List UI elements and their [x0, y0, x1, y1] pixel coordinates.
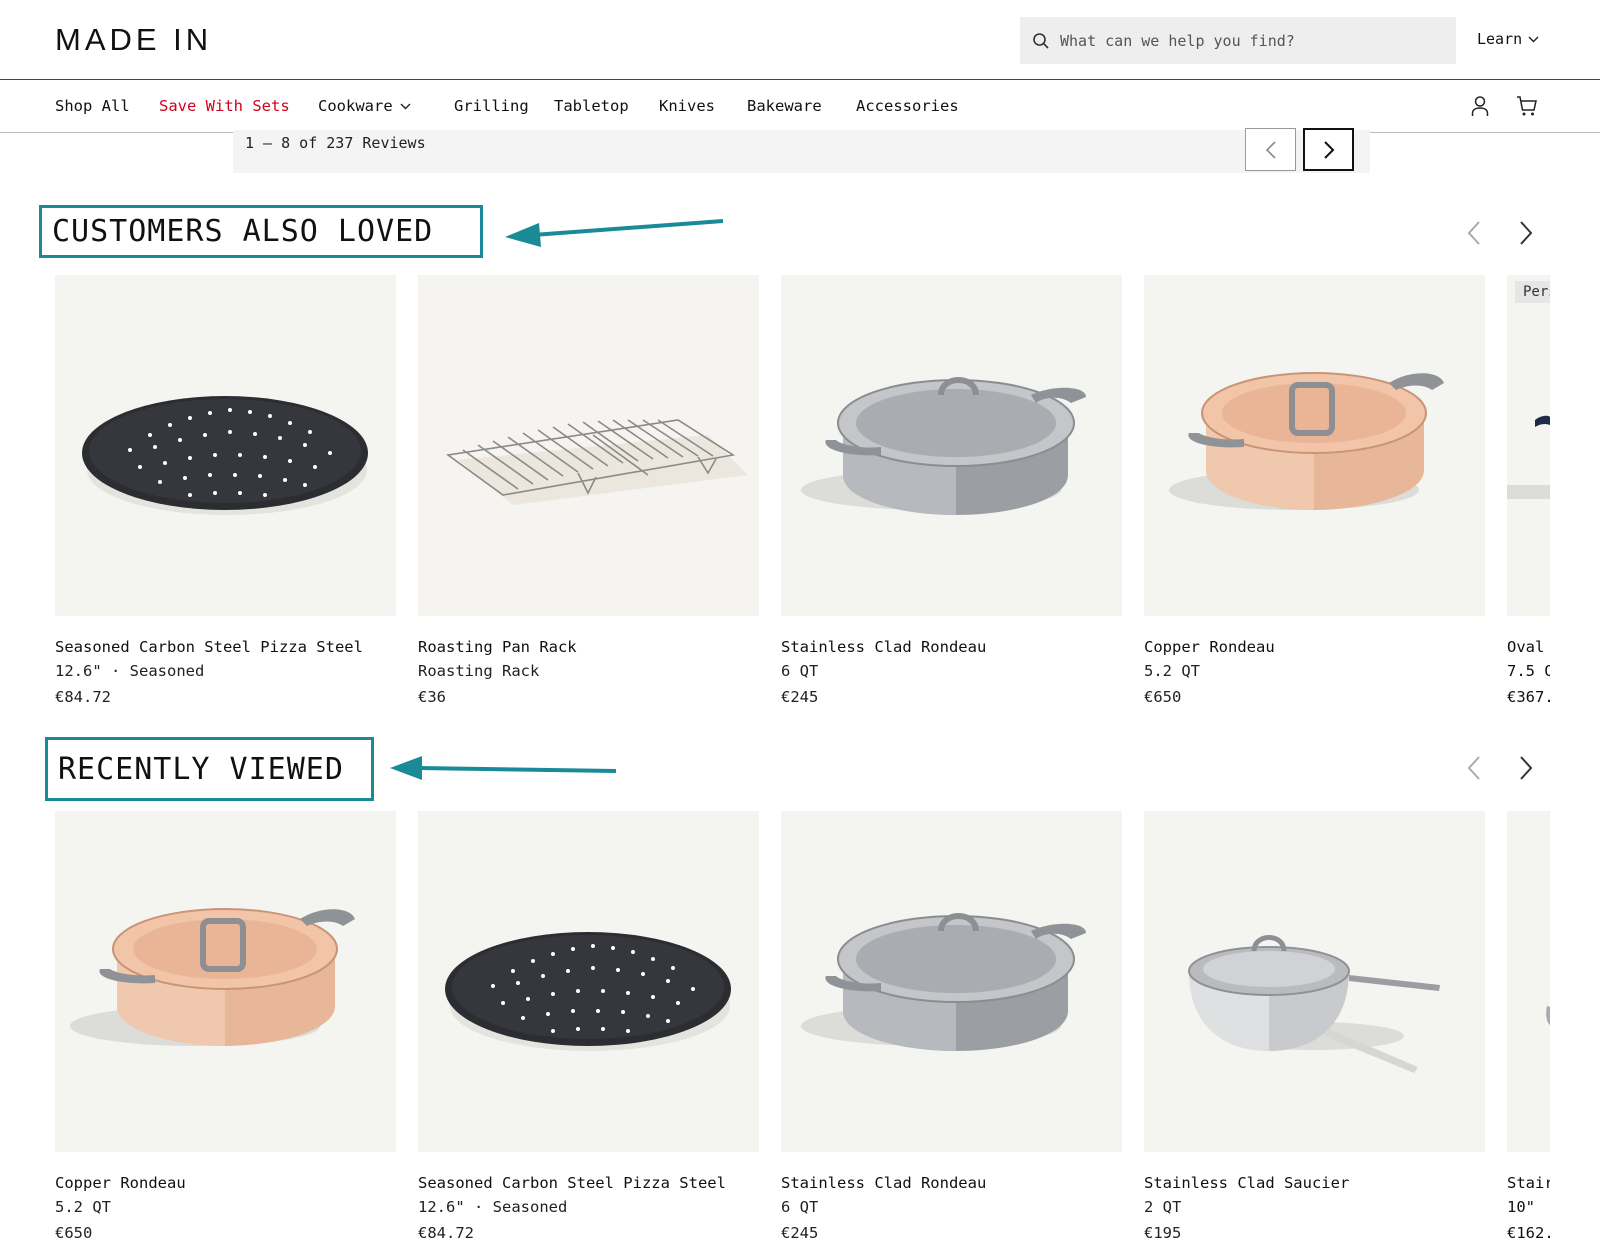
product-image-pizza-steel[interactable]: [55, 275, 396, 616]
product-price: €245: [781, 1224, 819, 1242]
product-card-partial[interactable]: Pers Oval 7.5 Q €367.: [1507, 275, 1550, 706]
product-card[interactable]: Seasoned Carbon Steel Pizza Steel 12.6" …: [418, 811, 759, 1242]
product-name[interactable]: Oval: [1507, 638, 1550, 656]
product-price: €162.: [1507, 1224, 1550, 1242]
nav-accessories[interactable]: Accessories: [856, 97, 959, 115]
product-variant: 10": [1507, 1198, 1535, 1216]
nav-save-with-sets[interactable]: Save With Sets: [159, 97, 290, 115]
product-image-copper-rondeau[interactable]: [55, 811, 396, 1152]
product-name[interactable]: Seasoned Carbon Steel Pizza Steel: [418, 1174, 759, 1192]
account-icon[interactable]: [1470, 95, 1490, 117]
search-bar[interactable]: [1020, 17, 1456, 64]
nav-cookware[interactable]: Cookware: [318, 97, 411, 115]
product-variant: 12.6" · Seasoned: [418, 1198, 568, 1216]
product-card[interactable]: Roasting Pan Rack Roasting Rack €36: [418, 275, 759, 706]
carousel-prev-icon[interactable]: [1466, 220, 1482, 246]
nav-shop-all[interactable]: Shop All: [55, 97, 130, 115]
chevron-down-icon: [1528, 36, 1539, 42]
section-title: RECENTLY VIEWED: [58, 751, 344, 787]
product-price: €650: [1144, 688, 1182, 706]
recently-viewed-title-box: RECENTLY VIEWED: [45, 737, 374, 801]
product-variant: 6 QT: [781, 1198, 819, 1216]
chevron-left-icon: [1265, 140, 1276, 159]
product-name[interactable]: Copper Rondeau: [1144, 638, 1485, 656]
product-image-partial[interactable]: [1507, 811, 1550, 1152]
product-card[interactable]: Copper Rondeau 5.2 QT €650: [55, 811, 396, 1242]
product-variant: 12.6" · Seasoned: [55, 662, 205, 680]
reviews-prev-button[interactable]: [1245, 128, 1296, 171]
product-name[interactable]: Stainless Clad Rondeau: [781, 1174, 1122, 1192]
cart-icon[interactable]: [1516, 95, 1538, 117]
carousel-next-icon[interactable]: [1518, 220, 1534, 246]
product-name[interactable]: Stainless Clad Rondeau: [781, 638, 1122, 656]
product-price: €245: [781, 688, 819, 706]
product-card[interactable]: Seasoned Carbon Steel Pizza Steel 12.6" …: [55, 275, 396, 706]
reviews-range: 1 – 8 of 237 Reviews: [245, 134, 426, 152]
product-image-copper-rondeau[interactable]: [1144, 275, 1485, 616]
product-name[interactable]: Stainless Clad Saucier: [1144, 1174, 1485, 1192]
product-name[interactable]: Copper Rondeau: [55, 1174, 396, 1192]
search-icon: [1033, 32, 1049, 49]
nav-knives[interactable]: Knives: [659, 97, 715, 115]
reviews-pagination: 1 – 8 of 237 Reviews: [233, 128, 1370, 173]
product-card[interactable]: Stainless Clad Saucier 2 QT €195: [1144, 811, 1485, 1242]
reviews-next-button[interactable]: [1303, 128, 1354, 171]
product-name[interactable]: Stair: [1507, 1174, 1550, 1192]
learn-label: Learn: [1477, 30, 1523, 48]
product-price: €650: [55, 1224, 93, 1242]
product-price: €84.72: [55, 688, 111, 706]
product-image-partial[interactable]: Pers: [1507, 275, 1550, 616]
nav-cookware-label: Cookware: [318, 97, 393, 115]
product-variant: 7.5 Q: [1507, 662, 1550, 680]
product-name[interactable]: Seasoned Carbon Steel Pizza Steel: [55, 638, 396, 656]
brand-logo[interactable]: MADE IN: [55, 22, 212, 58]
product-image-stainless-saucier[interactable]: [1144, 811, 1485, 1152]
customers-also-loved-title-box: CUSTOMERS ALSO LOVED: [39, 205, 483, 258]
main-nav: Shop All Save With Sets Cookware Grillin…: [0, 80, 1600, 133]
carousel-next-icon[interactable]: [1518, 755, 1534, 781]
carousel-prev-icon[interactable]: [1466, 755, 1482, 781]
chevron-right-icon: [1323, 140, 1334, 159]
chevron-down-icon: [400, 103, 411, 109]
nav-grilling[interactable]: Grilling: [454, 97, 529, 115]
product-price: €195: [1144, 1224, 1182, 1242]
product-card[interactable]: Copper Rondeau 5.2 QT €650: [1144, 275, 1485, 706]
nav-bakeware[interactable]: Bakeware: [747, 97, 822, 115]
product-image-stainless-rondeau[interactable]: [781, 811, 1122, 1152]
annotation-arrow: [390, 756, 617, 780]
product-variant: 6 QT: [781, 662, 819, 680]
product-card-partial[interactable]: Stair 10" €162.: [1507, 811, 1550, 1242]
product-variant: 2 QT: [1144, 1198, 1182, 1216]
learn-menu[interactable]: Learn: [1477, 30, 1539, 48]
product-image-roasting-rack[interactable]: [418, 275, 759, 616]
product-price: €367.: [1507, 688, 1550, 706]
product-card[interactable]: Stainless Clad Rondeau 6 QT €245: [781, 275, 1122, 706]
product-variant: 5.2 QT: [55, 1198, 111, 1216]
product-price: €84.72: [418, 1224, 474, 1242]
product-variant: 5.2 QT: [1144, 662, 1200, 680]
product-image-stainless-rondeau[interactable]: [781, 275, 1122, 616]
product-variant: Roasting Rack: [418, 662, 540, 680]
annotation-arrow: [505, 219, 724, 247]
product-name[interactable]: Roasting Pan Rack: [418, 638, 759, 656]
site-header: MADE IN Learn: [0, 0, 1600, 80]
section-title: CUSTOMERS ALSO LOVED: [52, 214, 434, 249]
product-price: €36: [418, 688, 446, 706]
nav-tabletop[interactable]: Tabletop: [554, 97, 629, 115]
product-card[interactable]: Stainless Clad Rondeau 6 QT €245: [781, 811, 1122, 1242]
search-input[interactable]: [1060, 31, 1420, 50]
product-image-pizza-steel[interactable]: [418, 811, 759, 1152]
